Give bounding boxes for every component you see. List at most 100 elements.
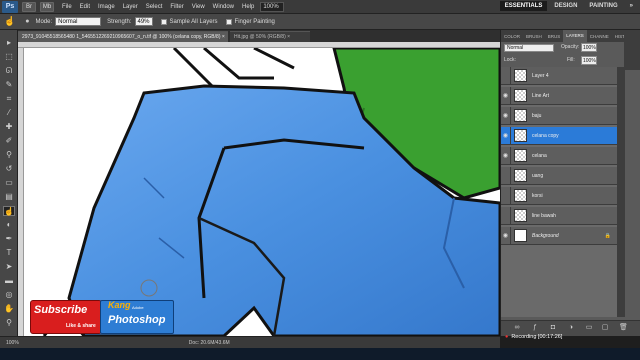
layer-row[interactable]: ◉ celana	[501, 146, 617, 165]
menu-view[interactable]: View	[192, 4, 205, 10]
layer-name: celana	[532, 152, 547, 159]
workspace-switcher: ESSENTIALS DESIGN PAINTING »	[499, 1, 638, 11]
zoom-icon[interactable]: ⚲	[3, 318, 15, 328]
record-dot-icon: ●	[505, 334, 509, 340]
panel-tab-brus[interactable]: BRUS	[545, 34, 564, 39]
healing-icon[interactable]: ✚	[3, 122, 15, 132]
stamp-icon[interactable]: ⚲	[3, 150, 15, 160]
type-icon[interactable]: T	[3, 248, 15, 258]
workspace-essentials[interactable]: ESSENTIALS	[499, 1, 548, 11]
visibility-eye-icon[interactable]: ◉	[501, 86, 511, 105]
strength-input[interactable]: 49%	[134, 17, 153, 26]
layers-scrollbar[interactable]	[617, 67, 625, 317]
layers-list: Layer 4 ◉ Line Art ◉ baju ◉ celana copy ◉ celana…	[501, 66, 617, 317]
finger-painting-checkbox[interactable]	[225, 18, 232, 25]
new-group-icon[interactable]: ▭	[585, 324, 593, 332]
move-icon[interactable]: ▸	[3, 38, 15, 48]
workspace-more-button[interactable]: »	[625, 1, 638, 11]
gradient-icon[interactable]: ▤	[3, 192, 15, 202]
opacity-label: Opacity:	[561, 44, 580, 50]
options-bar: ☝ ● Mode: Normal Strength: 49% Sample Al…	[0, 14, 640, 30]
workspace-design[interactable]: DESIGN	[549, 1, 582, 11]
zoom-select[interactable]: 100%	[260, 1, 285, 12]
menu-edit[interactable]: Edit	[80, 4, 90, 10]
shape-icon[interactable]: ▬	[3, 276, 15, 286]
smudge-preset-icon[interactable]: ☝	[4, 16, 15, 27]
menu-file[interactable]: File	[62, 4, 72, 10]
subscribe-text: Subscribe	[34, 304, 88, 316]
mode-label: Mode:	[35, 18, 53, 25]
fill-input[interactable]: 100%	[581, 56, 597, 65]
new-layer-icon[interactable]: ▢	[601, 324, 609, 332]
menu-select[interactable]: Select	[146, 4, 163, 10]
opacity-input[interactable]: 100%	[581, 43, 597, 52]
lasso-icon[interactable]: ᘏ	[3, 66, 15, 76]
pen-icon[interactable]: ✒	[3, 234, 15, 244]
history-brush-icon[interactable]: ↺	[3, 164, 15, 174]
layer-name: Background	[532, 232, 559, 239]
layer-name: line bawah	[532, 212, 556, 219]
delete-layer-icon[interactable]: 🗑	[619, 324, 628, 332]
eraser-icon[interactable]: ▭	[3, 178, 15, 188]
layer-name: baju	[532, 112, 542, 119]
photoshop-logo-icon: Ps	[2, 0, 18, 13]
3d-rotate-icon[interactable]: ◎	[3, 290, 15, 300]
menu-image[interactable]: Image	[98, 4, 115, 10]
layer-row[interactable]: korsi	[501, 186, 617, 205]
crop-icon[interactable]: ⌗	[3, 94, 15, 104]
dodge-icon[interactable]: ◐	[3, 220, 15, 230]
lock-icon: 🔒	[604, 232, 611, 239]
eyedropper-icon[interactable]: ⁄	[3, 108, 15, 118]
panel-tab-layers[interactable]: LAYERS	[563, 30, 587, 42]
panel-tab-brush[interactable]: BRUSH	[523, 34, 545, 39]
mini-bridge-button[interactable]: Mb	[40, 1, 54, 12]
marquee-icon[interactable]: ⬚	[3, 52, 15, 62]
layer-row[interactable]: ◉ celana copy	[501, 126, 617, 145]
layer-row[interactable]: ◉ Background 🔒	[501, 226, 617, 245]
kang-text: Kang	[108, 300, 131, 310]
visibility-eye-icon[interactable]	[501, 206, 511, 225]
menu-window[interactable]: Window	[213, 4, 234, 10]
panel-tab-color[interactable]: COLOR	[501, 34, 523, 39]
bridge-button[interactable]: Br	[22, 1, 36, 12]
path-select-icon[interactable]: ➤	[3, 262, 15, 272]
layer-thumbnail	[514, 209, 527, 222]
layer-row[interactable]: uang	[501, 166, 617, 185]
layer-row[interactable]: line bawah	[501, 206, 617, 225]
visibility-eye-icon[interactable]: ◉	[501, 106, 511, 125]
layer-row[interactable]: Layer 4	[501, 66, 617, 85]
smudge-icon[interactable]: ☝	[3, 206, 15, 216]
brush-preset-icon[interactable]: ●	[25, 18, 29, 25]
workspace-painting[interactable]: PAINTING	[584, 1, 622, 11]
visibility-eye-icon[interactable]	[501, 166, 511, 185]
mode-select[interactable]: Normal	[55, 17, 102, 26]
artwork	[42, 48, 500, 336]
menu-help[interactable]: Help	[242, 4, 254, 10]
visibility-eye-icon[interactable]: ◉	[501, 226, 511, 245]
photoshop-text: Photoshop	[108, 314, 166, 326]
blend-mode-select[interactable]: Normal	[504, 44, 554, 52]
tab-main-document[interactable]: 2973_91045518565480 1_546551226921096560…	[18, 31, 228, 42]
status-zoom[interactable]: 100%	[6, 340, 19, 346]
menu-layer[interactable]: Layer	[123, 4, 138, 10]
layer-thumbnail	[514, 149, 527, 162]
layer-row[interactable]: ◉ baju	[501, 106, 617, 125]
tab-hit-document[interactable]: Hit.jpg @ 50% (RGB/8) ×	[230, 31, 310, 42]
panel-tab-channe[interactable]: CHANNE	[587, 34, 612, 39]
document-canvas[interactable]	[24, 48, 500, 336]
collapsed-dock[interactable]	[624, 30, 640, 70]
sample-all-layers-checkbox[interactable]	[160, 18, 167, 25]
layer-row[interactable]: ◉ Line Art	[501, 86, 617, 105]
recording-label: Recording [00:17:26]	[511, 334, 563, 340]
layer-name: celana copy	[532, 132, 559, 139]
hand-icon[interactable]: ✋	[3, 304, 15, 314]
visibility-eye-icon[interactable]: ◉	[501, 126, 511, 145]
status-doc-size[interactable]: Doc: 20.6M/43.6M	[189, 340, 230, 346]
brush-icon[interactable]: ✐	[3, 136, 15, 146]
visibility-eye-icon[interactable]: ◉	[501, 146, 511, 165]
quick-select-icon[interactable]: ✎	[3, 80, 15, 90]
visibility-eye-icon[interactable]	[501, 186, 511, 205]
menu-filter[interactable]: Filter	[170, 4, 183, 10]
visibility-eye-icon[interactable]	[501, 66, 511, 85]
adjustment-layer-icon[interactable]: ◑	[567, 324, 575, 332]
